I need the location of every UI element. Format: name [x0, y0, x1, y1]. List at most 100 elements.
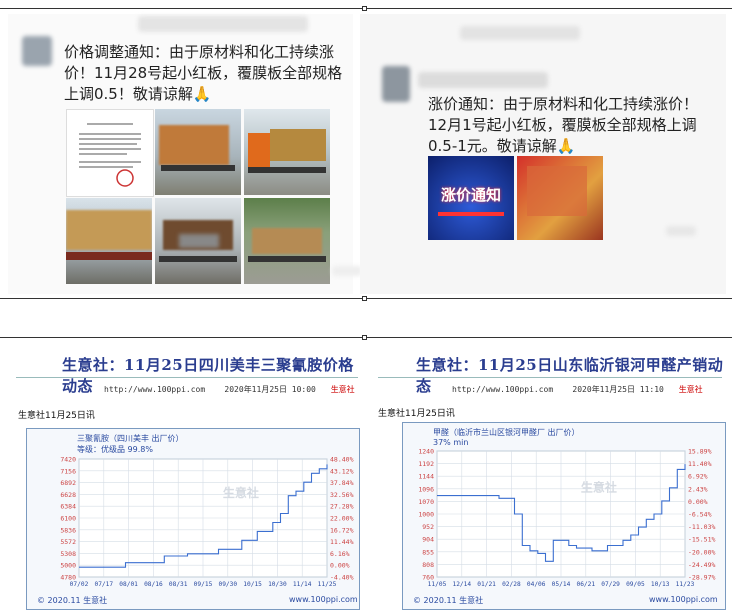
banner-caption: 涨价通知	[440, 186, 501, 204]
y-tick-left: 6628	[60, 491, 76, 499]
y-tick-right: 48.40%	[330, 456, 354, 464]
resize-handle-mid[interactable]	[362, 296, 367, 301]
chart-frame: 三聚氰胺（四川美丰 出厂价） 等级：优级品 99.8% 生意社 7420 48.40…	[26, 428, 360, 610]
avatar	[22, 36, 52, 66]
y-tick-right: 6.16%	[330, 550, 350, 558]
y-tick-right: 27.28%	[330, 503, 354, 511]
photo-trailer-boards[interactable]	[66, 198, 152, 284]
panel-news-line: 生意社11月25日讯	[378, 409, 455, 419]
y-tick-right: 11.44%	[330, 538, 354, 546]
formaldehyde-price-chart: 生意社 1240 15.89% 1192 11.40% 1144 6.92% 1096 2.43…	[418, 448, 715, 589]
y-tick-left: 7420	[60, 456, 76, 464]
panel-source[interactable]: 生意社	[679, 385, 703, 394]
chart-footer: © 2020.11 生意社	[37, 596, 108, 605]
blurred-name	[138, 16, 308, 32]
post-text-line-2: 12月1号起小红板，覆膜板全部规格上调	[428, 116, 697, 134]
panel-date: 2020年11月25日 11:10	[572, 385, 664, 394]
x-tick-label: 10/15	[243, 581, 262, 588]
y-tick-right: 11.40%	[688, 460, 712, 468]
y-tick-left: 7156	[60, 467, 76, 475]
y-tick-right: 2.43%	[688, 485, 708, 493]
photo-truck-trees[interactable]	[244, 198, 330, 284]
top-right-post: 涨价通知：由于原材料和化工持续涨价！ 12月1号起小红板，覆膜板全部规格上调 0…	[360, 14, 726, 294]
y-tick-left: 952	[422, 523, 434, 531]
photo-price-notice-banner[interactable]: 涨价通知	[428, 156, 514, 240]
x-tick-label: 05/14	[552, 581, 571, 588]
x-tick-label: 07/29	[601, 581, 620, 588]
chart-site[interactable]: www.100ppi.com	[649, 595, 718, 604]
y-tick-right: -20.00%	[688, 548, 715, 556]
y-tick-left: 5000	[60, 562, 76, 570]
y-tick-left: 1000	[418, 511, 434, 519]
x-tick-label: 11/23	[676, 581, 695, 588]
y-tick-right: 37.84%	[330, 479, 354, 487]
resize-handle-lower[interactable]	[362, 335, 367, 340]
y-tick-right: 0.00%	[330, 562, 350, 570]
y-tick-left: 1240	[418, 448, 434, 456]
y-tick-right: 15.89%	[688, 448, 712, 456]
post-text-line-2: 价！11月28号起小红板，覆膜板全部规格	[64, 64, 343, 82]
blurred-timestamp	[666, 226, 696, 236]
x-tick-label: 08/01	[119, 581, 138, 588]
y-tick-right: 0.00%	[688, 498, 708, 506]
photo-truck-loaded[interactable]	[155, 109, 241, 195]
y-tick-right: -24.49%	[688, 561, 715, 569]
x-tick-label: 07/02	[70, 581, 89, 588]
photo-document[interactable]	[66, 109, 154, 197]
x-tick-label: 08/16	[144, 581, 163, 588]
x-tick-label: 07/17	[94, 581, 113, 588]
top-left-post: 价格调整通知：由于原材料和化工持续涨 价！11月28号起小红板，覆膜板全部规格 …	[8, 14, 362, 294]
y-tick-right: 22.00%	[330, 515, 354, 523]
photo-red-boards[interactable]	[517, 156, 603, 240]
post-text-line-3: 0.5-1元。敬请谅解🙏	[428, 137, 576, 155]
photo-truck-orange[interactable]	[244, 109, 330, 195]
panel-url-line: http://www.100ppi.com 2020年11月25日 11:10 …	[452, 384, 703, 395]
panel-news-line: 生意社11月25日讯	[18, 411, 95, 421]
blurred-timestamp	[332, 266, 362, 276]
y-tick-left: 1192	[418, 460, 434, 468]
panel-url[interactable]: http://www.100ppi.com	[452, 385, 553, 394]
panel-url-line: http://www.100ppi.com 2020年11月25日 10:00 …	[104, 384, 355, 395]
chart-frame: 甲醛（临沂市兰山区银河甲醛厂 出厂价） 37% min 生意社 1240 15.89…	[402, 422, 726, 610]
y-tick-left: 808	[422, 561, 434, 569]
y-tick-right: -11.03%	[688, 523, 715, 531]
y-tick-left: 855	[422, 548, 434, 556]
price-panel-formaldehyde: 生意社：11月25日山东临沂银河甲醛产销动态 http://www.100ppi…	[372, 344, 728, 612]
x-tick-label: 11/14	[293, 581, 312, 588]
x-tick-label: 02/28	[502, 581, 521, 588]
watermark-text: 生意社	[581, 479, 617, 494]
title-underline	[16, 377, 358, 378]
y-tick-right: 16.72%	[330, 526, 354, 534]
x-tick-label: 10/13	[651, 581, 670, 588]
x-tick-label: 08/31	[169, 581, 188, 588]
document-icon	[73, 116, 147, 190]
y-tick-right: -6.54%	[688, 511, 712, 519]
y-tick-left: 6892	[60, 479, 76, 487]
melamine-price-chart: 生意社 7420 48.40% 7156 43.12% 6892 37.84% 6628 32.…	[60, 456, 354, 589]
x-tick-label: 10/30	[268, 581, 287, 588]
x-tick-label: 09/15	[194, 581, 213, 588]
y-tick-right: 43.12%	[330, 467, 354, 475]
y-tick-right: 6.92%	[688, 473, 708, 481]
x-tick-label: 12/14	[452, 581, 471, 588]
y-tick-right: -15.51%	[688, 536, 715, 544]
x-tick-label: 09/30	[218, 581, 237, 588]
y-tick-left: 1096	[418, 485, 434, 493]
post-text-line-3: 上调0.5！敬请谅解🙏	[64, 85, 212, 103]
y-tick-left: 1070	[418, 498, 434, 506]
resize-handle-top[interactable]	[362, 6, 367, 11]
photo-truck-blur[interactable]	[155, 198, 241, 284]
x-tick-label: 01/21	[477, 581, 496, 588]
panel-source[interactable]: 生意社	[331, 385, 355, 394]
panel-url[interactable]: http://www.100ppi.com	[104, 385, 205, 394]
blurred-nickname	[418, 72, 548, 88]
price-panel-melamine: 生意社：11月25日四川美丰三聚氰胺价格动态 http://www.100ppi…	[10, 344, 362, 612]
x-tick-label: 06/21	[576, 581, 595, 588]
post-text-line-1: 价格调整通知：由于原材料和化工持续涨	[64, 43, 335, 61]
y-tick-left: 6384	[60, 503, 76, 511]
y-tick-left: 5308	[60, 550, 76, 558]
y-tick-left: 1144	[418, 473, 434, 481]
chart-site[interactable]: www.100ppi.com	[289, 595, 358, 604]
y-tick-left: 6100	[60, 515, 76, 523]
x-tick-label: 09/05	[626, 581, 645, 588]
